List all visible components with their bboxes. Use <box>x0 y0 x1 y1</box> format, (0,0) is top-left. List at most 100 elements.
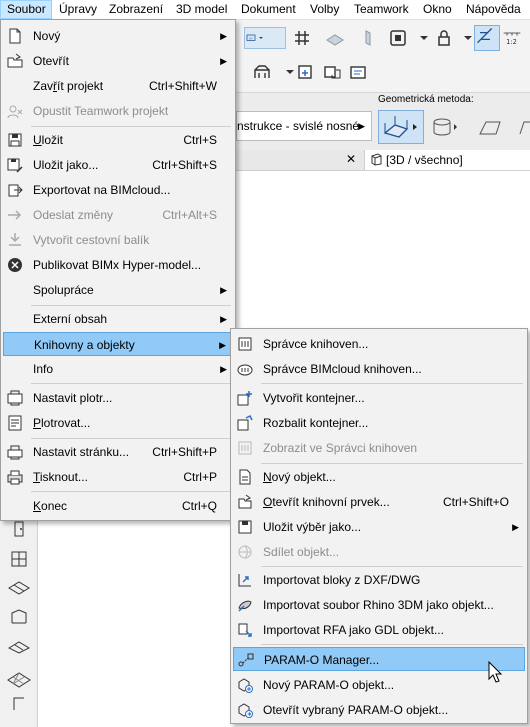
menu-item-import-dxf-dwg[interactable]: Importovat bloky z DXF/DWG <box>233 568 525 592</box>
menu-item-plotrovat[interactable]: Plotrovat... <box>3 411 233 435</box>
frame-icon[interactable] <box>388 28 408 48</box>
geometry-straight-icon[interactable] <box>378 110 424 144</box>
skylight-tool-icon[interactable] <box>7 636 31 654</box>
menu-napoveda[interactable]: Nápověda <box>466 0 521 19</box>
menu-okno[interactable]: Okno <box>423 0 452 19</box>
menu-upravy[interactable]: Úpravy <box>59 0 97 19</box>
menu-item-label: Otevřít vybraný PARAM-O objekt... <box>263 703 449 717</box>
open-param-o-icon <box>236 701 254 719</box>
menu-3d-model[interactable]: 3D model <box>176 0 227 19</box>
cube-icon <box>370 153 382 166</box>
menu-item-nastavit-plotr[interactable]: Nastavit plotr... <box>3 386 233 410</box>
snap-guides-icon[interactable] <box>474 25 500 51</box>
menu-item-label: Zavřít projekt <box>33 79 104 93</box>
menu-item-zavrit-projekt[interactable]: Zavřít projekt Ctrl+Shift+W <box>3 74 233 98</box>
grid-icon[interactable] <box>292 28 312 48</box>
object-icon[interactable] <box>296 62 316 82</box>
menu-dokument[interactable]: Dokument <box>241 0 296 19</box>
menu-item-konec[interactable]: Konec Ctrl+Q <box>3 494 233 518</box>
menu-item-vytvorit-kontejner[interactable]: Vytvořit kontejner... <box>233 386 525 410</box>
import-dxf-icon <box>236 571 254 589</box>
menu-item-nastavit-stranku[interactable]: Nastavit stránku... Ctrl+Shift+P <box>3 440 233 464</box>
menu-item-spravce-bimcloud[interactable]: Správce BIMcloud knihoven... <box>233 357 525 381</box>
menu-item-novy-objekt[interactable]: Nový objekt... <box>233 465 525 489</box>
plane-xy-icon[interactable]: XY <box>244 27 286 49</box>
scale-icon[interactable]: 1:2 <box>502 28 526 48</box>
menu-item-zobrazit-ve-spravci: Zobrazit ve Správci knihoven <box>233 436 525 460</box>
menu-item-label: Nastavit plotr... <box>33 391 113 405</box>
svg-text:1:2: 1:2 <box>506 38 517 46</box>
chevron-down-icon[interactable] <box>414 28 428 48</box>
menu-item-import-rhino[interactable]: Importovat soubor Rhino 3DM jako objekt.… <box>233 593 525 617</box>
menu-item-ulozit-jako[interactable]: Uložit jako... Ctrl+Shift+S <box>3 153 233 177</box>
menu-item-param-o-manager[interactable]: PARAM-O Manager... <box>233 647 525 671</box>
zone-icon[interactable] <box>348 62 368 82</box>
menu-item-spravce-knihoven[interactable]: Správce knihoven... <box>233 332 525 356</box>
wall-icon[interactable] <box>358 28 378 48</box>
menu-item-info[interactable]: Info ▶ <box>3 357 233 381</box>
tab-3d-view-label: [3D / všechno] <box>386 153 463 167</box>
menu-item-label: Uložit <box>33 133 64 147</box>
menu-item-ulozit[interactable]: Uložit Ctrl+S <box>3 128 233 152</box>
shell-tool-icon[interactable] <box>9 608 29 626</box>
window-tool-icon[interactable] <box>10 550 28 568</box>
menu-item-label: Importovat RFA jako GDL objekt... <box>263 623 444 637</box>
save-selection-icon <box>236 518 254 536</box>
menu-soubor[interactable]: Soubor <box>0 0 52 19</box>
library-submenu: Správce knihoven... Správce BIMcloud kni… <box>230 328 528 724</box>
menu-item-novy[interactable]: Nový ▶ <box>3 24 233 48</box>
menu-item-label: Konec <box>33 499 68 513</box>
stair-icon[interactable] <box>252 62 272 82</box>
mesh-tool-icon[interactable] <box>7 668 31 688</box>
menu-item-tisknout[interactable]: Tisknout... Ctrl+P <box>3 465 233 489</box>
menu-item-otevrit-param-o-objekt[interactable]: Otevřít vybraný PARAM-O objekt... <box>233 698 525 722</box>
geometry-trapezoid-icon[interactable] <box>476 114 504 140</box>
menu-item-label: Info <box>33 362 54 376</box>
menu-item-exportovat-bimcloud[interactable]: Exportovat na BIMcloud... <box>3 178 233 202</box>
menu-separator <box>31 491 231 492</box>
menu-item-label: Sdílet objekt... <box>263 545 340 559</box>
menu-item-shortcut: Ctrl+Shift+O <box>442 495 509 509</box>
morph-tool-icon[interactable] <box>12 696 26 712</box>
tab-3d-view[interactable]: [3D / všechno] <box>364 150 530 170</box>
menu-item-spoluprace[interactable]: Spolupráce ▶ <box>3 278 233 302</box>
menu-separator <box>31 305 231 306</box>
plotter-setup-icon <box>6 389 24 407</box>
geometry-more-icon[interactable] <box>516 114 530 140</box>
menu-item-label: Uložit výběr jako... <box>263 520 362 534</box>
chevron-down-icon[interactable] <box>458 28 472 48</box>
menu-item-label: Otevřít <box>33 54 70 68</box>
menu-item-label: Nový objekt... <box>263 470 336 484</box>
label-icon[interactable] <box>322 62 342 82</box>
menu-item-otevrit[interactable]: Otevřít ▶ <box>3 49 233 73</box>
menu-teamwork[interactable]: Teamwork <box>354 0 409 19</box>
menu-item-import-rfa[interactable]: Importovat RFA jako GDL objekt... <box>233 618 525 642</box>
lock-icon[interactable] <box>434 28 454 48</box>
menu-item-label: Nový <box>33 29 61 43</box>
menu-separator <box>31 383 231 384</box>
menu-item-odeslat-zmeny: Odeslat změny Ctrl+Alt+S <box>3 203 233 227</box>
menu-item-knihovny-a-objekty[interactable]: Knihovny a objekty ▶ <box>3 332 233 356</box>
menu-item-novy-param-o-objekt[interactable]: Nový PARAM-O objekt... <box>233 673 525 697</box>
menu-item-ulozit-vyber-jako[interactable]: Uložit výběr jako... ▶ <box>233 515 525 539</box>
menu-item-cestovni-balik: Vytvořit cestovní balík <box>3 228 233 252</box>
export-cloud-icon <box>6 181 24 199</box>
slab-icon[interactable] <box>325 28 345 48</box>
structure-selector-label: nstrukce - svislé nosné <box>237 119 360 133</box>
menu-item-externi-obsah[interactable]: Externí obsah ▶ <box>3 307 233 331</box>
structure-selector[interactable]: nstrukce - svislé nosné ▶ <box>236 111 372 141</box>
close-tab-icon[interactable]: ✕ <box>346 152 356 166</box>
menu-item-label: Odeslat změny <box>33 208 114 222</box>
menu-item-rozbalit-kontejner[interactable]: Rozbalit kontejner... <box>233 411 525 435</box>
menu-item-otevrit-knihovni-prvek[interactable]: Otevřít knihovní prvek... Ctrl+Shift+O <box>233 490 525 514</box>
menu-item-publikovat-bimx[interactable]: Publikovat BIMx Hyper-model... <box>3 253 233 277</box>
create-container-icon <box>236 389 254 407</box>
door-tool-icon[interactable] <box>10 520 28 538</box>
menu-separator <box>261 644 523 645</box>
menu-zobrazeni[interactable]: Zobrazení <box>109 0 163 19</box>
chevron-down-icon[interactable] <box>280 62 294 82</box>
geometry-curved-icon[interactable] <box>430 114 460 140</box>
roof-tool-icon[interactable] <box>8 578 30 596</box>
menu-bar: Soubor Úpravy Zobrazení 3D model Dokumen… <box>0 0 530 20</box>
menu-volby[interactable]: Volby <box>310 0 339 19</box>
